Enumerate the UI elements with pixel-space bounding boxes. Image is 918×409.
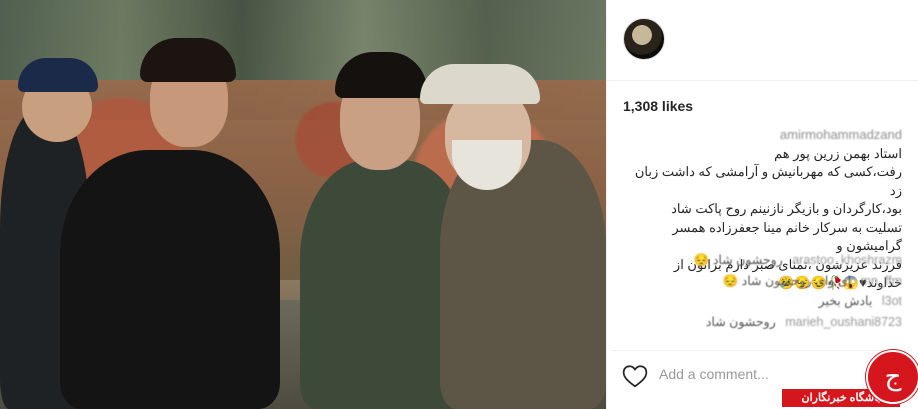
photo-person-2 xyxy=(60,150,280,409)
comment-item: arastoo_khoshrazm روحشون شاد 😔 xyxy=(620,250,902,271)
caption-username[interactable]: amirmohammadzand xyxy=(780,127,902,142)
comment-text: یادش بخیر xyxy=(818,294,873,308)
comment-username[interactable]: marieh_oushani8723 xyxy=(785,312,902,333)
caption-line: رفت،کسی که مهربانیش و آرامشی که داشت زبا… xyxy=(634,164,902,198)
photo-person-1-cap xyxy=(18,58,98,92)
comment-username[interactable]: mn_ffm xyxy=(861,271,902,292)
comment-list: arastoo_khoshrazm روحشون شاد 😔 mn_ffm ای… xyxy=(620,250,902,332)
comment-item: mn_ffm ای وای روحشون شاد 😔 xyxy=(620,271,902,292)
profile-avatar[interactable] xyxy=(623,18,665,60)
comment-username[interactable]: arastoo_khoshrazm xyxy=(792,250,902,271)
comment-item: marieh_oushani8723 روحشون شاد xyxy=(620,312,902,333)
comment-item: l3ot یادش بخیر xyxy=(620,291,902,312)
yjc-logo-icon: ج xyxy=(866,350,918,404)
caption-line: استاد بهمن زرین پور هم xyxy=(774,145,902,161)
likes-count[interactable]: 1,308 likes xyxy=(623,98,693,114)
caption-line: بود،کارگردان و بازیگر نازنینم روح پاکت ش… xyxy=(671,201,902,216)
comment-text: روحشون شاد 😔 xyxy=(693,253,783,267)
heart-outline-icon[interactable] xyxy=(622,364,648,388)
photo-person-2-hair xyxy=(140,38,236,82)
photo-person-4-cap xyxy=(420,64,540,104)
add-comment-input[interactable] xyxy=(656,360,780,390)
compose-divider xyxy=(612,350,912,351)
post-photo[interactable] xyxy=(0,0,606,409)
comment-text: روحشون شاد xyxy=(705,314,776,329)
comment-text: ای وای روحشون شاد 😔 xyxy=(722,273,852,288)
comment-username[interactable]: l3ot xyxy=(882,291,902,312)
